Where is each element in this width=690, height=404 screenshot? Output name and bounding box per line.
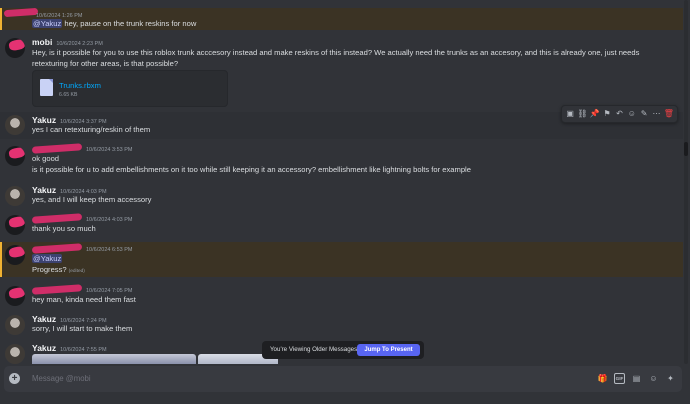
file-name[interactable]: Trunks.rbxm: [59, 81, 101, 90]
message-text: is it possible for u to add embellishmen…: [32, 165, 471, 174]
link-icon[interactable]: ⛓: [576, 108, 588, 120]
message-text: Hey, is it possible for you to use this …: [32, 48, 640, 68]
jump-to-present-button[interactable]: Jump To Present: [357, 344, 420, 356]
avatar[interactable]: [5, 186, 25, 206]
username[interactable]: Yakuz: [32, 343, 56, 353]
message[interactable]: mobi 10/6/2024 2:23 PM Hey, is it possibl…: [0, 36, 683, 107]
message-text: sorry, I will start to make them: [32, 324, 133, 333]
avatar[interactable]: [5, 215, 25, 235]
avatar[interactable]: [5, 286, 25, 306]
avatar[interactable]: [5, 344, 25, 364]
message[interactable]: 10/6/2024 4:03 PM thank you so much: [0, 212, 683, 238]
more-icon[interactable]: ⋯: [650, 108, 662, 120]
chat-area: 10/6/2024 1:26 PM @Yakuz hey, pause on t…: [0, 0, 690, 364]
message-composer: + Message @mobi 🎁 GIF ▤ ☺ ✦: [4, 366, 682, 392]
user-mention[interactable]: @Yakuz: [32, 19, 63, 28]
avatar[interactable]: [5, 245, 25, 265]
message-text: hey, pause on the trunk reskins for now: [62, 19, 197, 28]
message-text: thank you so much: [32, 224, 96, 233]
scrollbar-thumb[interactable]: [684, 142, 688, 156]
emoji-icon[interactable]: ☺: [626, 108, 638, 120]
edited-label: (edited): [68, 269, 85, 274]
message-text: yes I can retexturing/reskin of them: [32, 125, 151, 134]
avatar[interactable]: [5, 38, 25, 58]
message[interactable]: Yakuz 10/6/2024 4:03 PM yes, and I will k…: [0, 183, 683, 209]
message[interactable]: Yakuz 10/6/2024 7:24 PM sorry, I will sta…: [0, 312, 683, 338]
message-text: Progress?: [32, 265, 67, 274]
message-actions-toolbar: ▣ ⛓ 📌 ⚑ ↶ ☺ ✎ ⋯ 🗑: [561, 105, 678, 123]
message-highlighted[interactable]: 10/6/2024 6:53 PM @Yakuz Progress? (edite…: [0, 242, 683, 277]
file-size: 6.65 KB: [59, 92, 78, 98]
username[interactable]: mobi: [32, 37, 52, 47]
avatar[interactable]: [5, 115, 25, 135]
pin-icon[interactable]: 📌: [589, 108, 601, 120]
message-input[interactable]: Message @mobi: [32, 374, 91, 383]
message-text: hey man, kinda need them fast: [32, 295, 136, 304]
message-timestamp: 10/6/2024 7:55 PM: [60, 347, 107, 353]
older-messages-text: You're Viewing Older Messages: [270, 346, 358, 353]
reply-icon[interactable]: ↶: [613, 108, 625, 120]
image-attachment[interactable]: [32, 354, 196, 364]
sticker-icon[interactable]: ▤: [631, 373, 642, 384]
message-text: yes, and I will keep them accessory: [32, 195, 152, 204]
edit-icon[interactable]: ✎: [638, 108, 650, 120]
bookmark-icon[interactable]: ⚑: [601, 108, 613, 120]
gif-icon[interactable]: GIF: [614, 373, 625, 384]
avatar[interactable]: [5, 146, 25, 166]
app-icon[interactable]: ▣: [564, 108, 576, 120]
message[interactable]: 10/6/2024 7:05 PM hey man, kinda need th…: [0, 283, 683, 309]
file-icon: [40, 79, 53, 96]
message[interactable]: 10/6/2024 3:53 PM ok good is it possible…: [0, 143, 683, 181]
avatar[interactable]: [5, 315, 25, 335]
scrollbar-track[interactable]: [684, 0, 688, 364]
file-attachment[interactable]: Trunks.rbxm 6.65 KB: [32, 70, 228, 107]
upload-plus-icon[interactable]: +: [9, 373, 20, 384]
gift-icon[interactable]: 🎁: [597, 373, 608, 384]
apps-icon[interactable]: ✦: [665, 373, 676, 384]
delete-icon[interactable]: 🗑: [663, 108, 675, 120]
older-messages-banner: You're Viewing Older Messages Jump To Pr…: [262, 341, 424, 359]
user-mention[interactable]: @Yakuz: [32, 254, 63, 263]
emoji-icon[interactable]: ☺: [648, 373, 659, 384]
message-highlighted[interactable]: 10/6/2024 1:26 PM @Yakuz hey, pause on t…: [0, 7, 683, 30]
message-text: ok good: [32, 154, 60, 163]
